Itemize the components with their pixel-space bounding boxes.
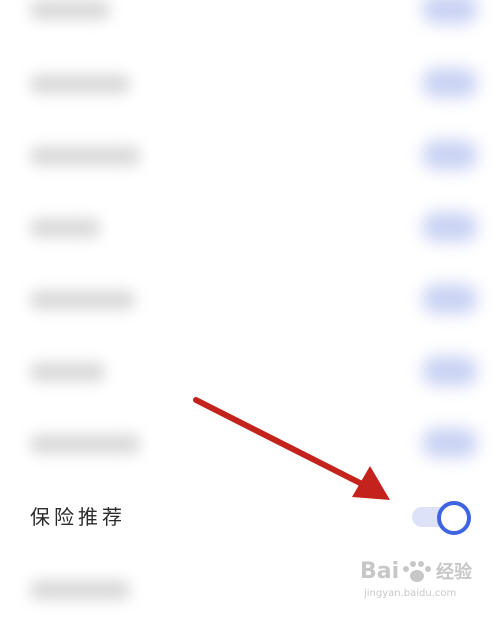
blurred-toggle[interactable] <box>422 68 478 98</box>
blurred-setting-label <box>30 218 100 238</box>
setting-row-insurance-recommendation[interactable]: 保险推荐 <box>0 479 500 551</box>
blurred-setting-row[interactable] <box>0 262 500 334</box>
blurred-setting-row[interactable] <box>0 334 500 406</box>
toggle-knob <box>437 501 471 535</box>
svg-text:jingyan.baidu.com: jingyan.baidu.com <box>363 588 456 599</box>
blurred-toggle[interactable] <box>422 428 478 458</box>
blurred-toggle[interactable] <box>422 356 478 386</box>
blurred-setting-label <box>30 290 135 310</box>
blurred-setting-label <box>30 0 110 20</box>
baidu-logo-icon: Bai 经验 jingyan.baidu.com <box>360 559 473 599</box>
blurred-toggle[interactable] <box>422 284 478 314</box>
blurred-setting-row[interactable] <box>0 46 500 118</box>
blurred-setting-row[interactable] <box>0 0 500 44</box>
blurred-setting-label <box>30 580 130 600</box>
blurred-toggle[interactable] <box>422 0 478 24</box>
blurred-setting-row[interactable] <box>0 190 500 262</box>
blurred-toggle[interactable] <box>422 212 478 242</box>
svg-text:Bai: Bai <box>360 559 399 584</box>
blurred-setting-row[interactable] <box>0 406 500 478</box>
blurred-setting-label <box>30 74 130 94</box>
blurred-toggle[interactable] <box>422 140 478 170</box>
svg-text:经验: 经验 <box>436 561 473 583</box>
blurred-setting-label <box>30 362 105 382</box>
blurred-setting-row[interactable] <box>0 118 500 190</box>
baidu-jingyan-watermark: Bai 经验 jingyan.baidu.com <box>356 548 496 602</box>
blurred-setting-label <box>30 146 140 166</box>
settings-list: 保险推荐 <box>0 0 500 602</box>
setting-label: 保险推荐 <box>30 505 126 529</box>
insurance-recommendation-toggle[interactable] <box>412 500 472 535</box>
blurred-setting-label <box>30 434 140 454</box>
